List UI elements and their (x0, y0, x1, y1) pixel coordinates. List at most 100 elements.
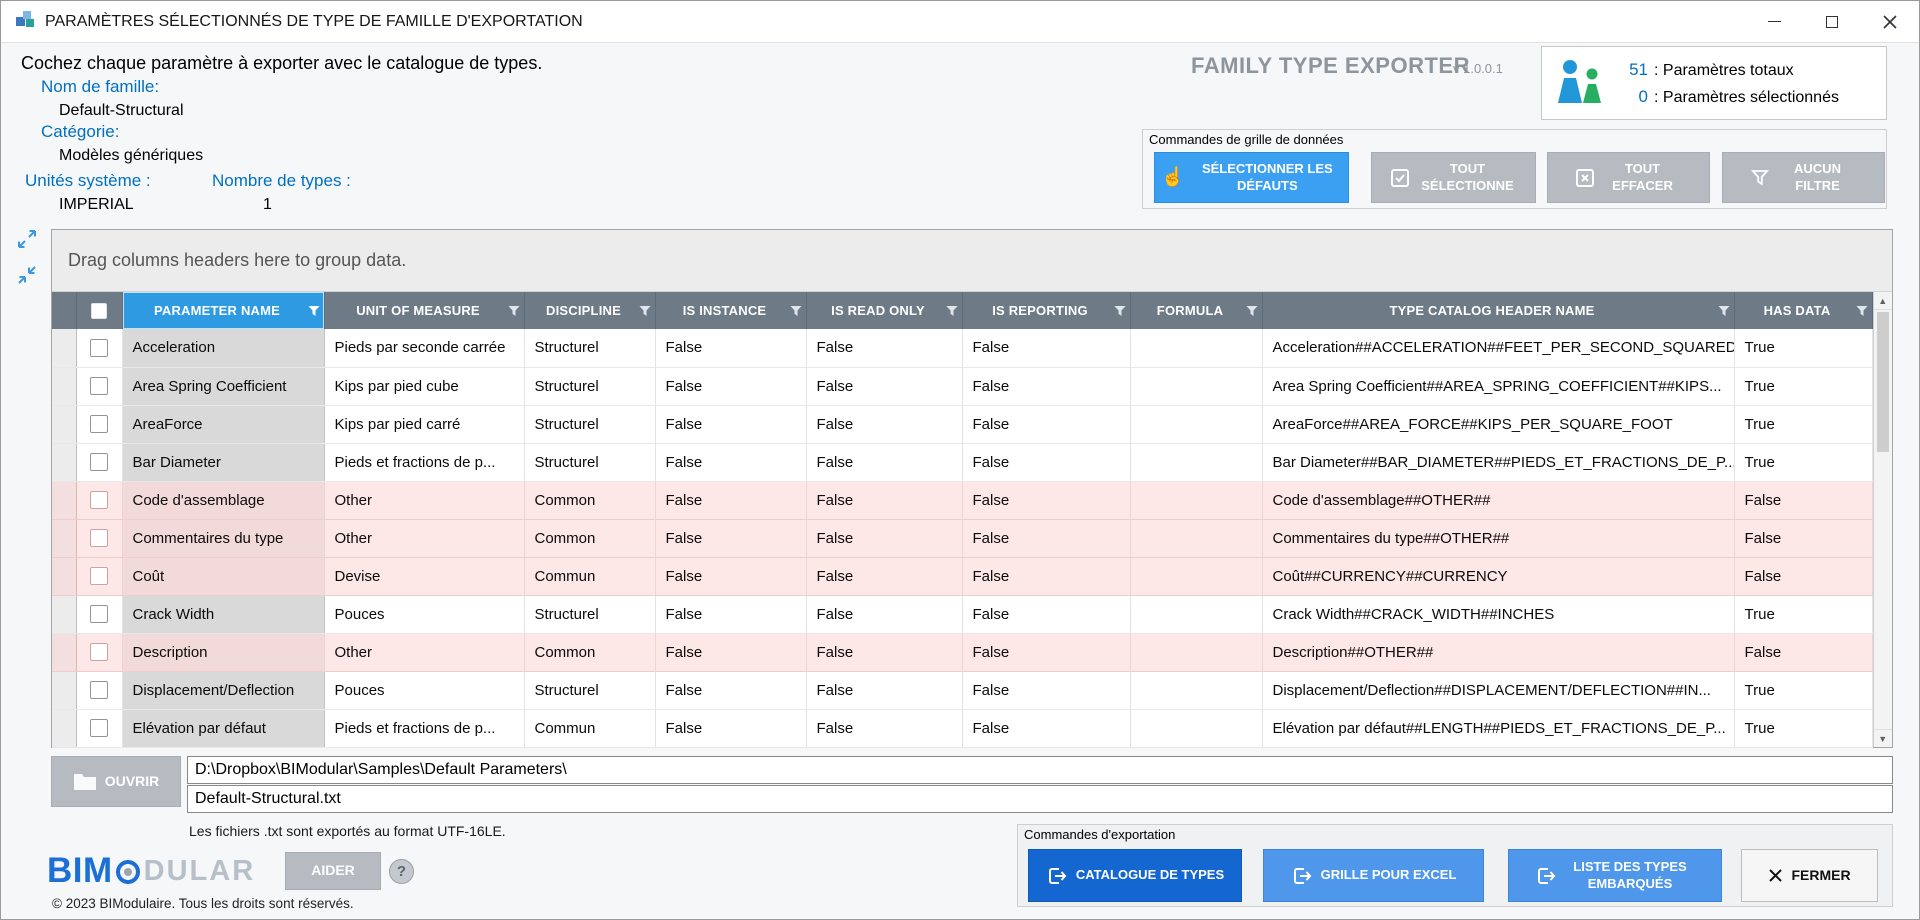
select-defaults-button[interactable]: ☝ SÉLECTIONNER LES DÉFAUTS (1154, 152, 1349, 203)
type-catalog-button[interactable]: CATALOGUE DE TYPES (1028, 849, 1242, 902)
column-header-formula[interactable]: FORMULA (1130, 292, 1262, 329)
clear-all-button[interactable]: TOUT EFFACER (1547, 152, 1710, 203)
row-checkbox-cell[interactable] (76, 709, 122, 747)
table-row[interactable]: Commentaires du type Other Common False … (52, 519, 1872, 557)
table-row[interactable]: Displacement/Deflection Pouces Structure… (52, 671, 1872, 709)
filter-icon[interactable] (1114, 305, 1126, 316)
table-row[interactable]: Area Spring Coefficient Kips par pied cu… (52, 367, 1872, 405)
table-row[interactable]: Acceleration Pieds par seconde carrée St… (52, 329, 1872, 367)
export-path-input[interactable] (187, 756, 1893, 784)
vertical-scrollbar[interactable]: ▲ ▼ (1873, 292, 1893, 747)
group-by-bar[interactable]: Drag columns headers here to group data. (52, 230, 1892, 292)
row-checkbox[interactable] (90, 453, 108, 471)
no-filter-button[interactable]: AUCUN FILTRE (1722, 152, 1885, 203)
column-header-type-catalog-header-name[interactable]: TYPE CATALOG HEADER NAME (1262, 292, 1734, 329)
filter-icon[interactable] (1246, 305, 1258, 316)
column-header-unit-of-measure[interactable]: UNIT OF MEASURE (324, 292, 524, 329)
row-checkbox[interactable] (90, 491, 108, 509)
filter-icon[interactable] (1856, 305, 1868, 316)
cell-is-reporting: False (962, 709, 1130, 747)
cell-parameter-name: Code d'assemblage (122, 481, 324, 519)
column-header-is-instance[interactable]: IS INSTANCE (655, 292, 806, 329)
cell-is-instance: False (655, 633, 806, 671)
row-indicator (52, 671, 76, 709)
filter-icon[interactable] (308, 305, 320, 316)
maximize-button[interactable] (1803, 1, 1861, 42)
filter-icon[interactable] (639, 305, 651, 316)
selected-parameters-line: 0: Paramètres sélectionnés (1620, 87, 1839, 107)
cell-parameter-name: Coût (122, 557, 324, 595)
row-checkbox-cell[interactable] (76, 481, 122, 519)
table-row[interactable]: Elévation par défaut Pieds et fractions … (52, 709, 1872, 747)
select-all-header[interactable] (76, 292, 122, 329)
cell-parameter-name: Bar Diameter (122, 443, 324, 481)
column-header-is-reporting[interactable]: IS REPORTING (962, 292, 1130, 329)
selected-parameters-label: : Paramètres sélectionnés (1654, 89, 1839, 106)
row-checkbox-cell[interactable] (76, 557, 122, 595)
row-checkbox-cell[interactable] (76, 633, 122, 671)
help-button[interactable]: AIDER (285, 852, 381, 890)
row-checkbox[interactable] (90, 529, 108, 547)
table-row[interactable]: Coût Devise Commun False False False Coû… (52, 557, 1872, 595)
filter-icon[interactable] (1718, 305, 1730, 316)
row-indicator (52, 557, 76, 595)
row-checkbox-cell[interactable] (76, 443, 122, 481)
excel-grid-button[interactable]: GRILLE POUR EXCEL (1263, 849, 1484, 902)
column-header-has-data[interactable]: HAS DATA (1734, 292, 1872, 329)
family-name-label: Nom de famille: (41, 77, 159, 97)
cell-parameter-name: Description (122, 633, 324, 671)
column-header-parameter-name[interactable]: PARAMETER NAME (122, 292, 324, 329)
row-checkbox-cell[interactable] (76, 671, 122, 709)
filter-icon[interactable] (946, 305, 958, 316)
row-checkbox[interactable] (90, 339, 108, 357)
help-question-icon[interactable]: ? (389, 859, 414, 884)
select-all-button[interactable]: TOUT SÉLECTIONNE (1371, 152, 1536, 203)
cell-is-instance: False (655, 329, 806, 367)
table-row[interactable]: Description Other Common False False Fal… (52, 633, 1872, 671)
cell-is-read-only: False (806, 367, 962, 405)
row-checkbox[interactable] (90, 567, 108, 585)
row-checkbox-cell[interactable] (76, 405, 122, 443)
row-checkbox-cell[interactable] (76, 595, 122, 633)
collapse-grid-button[interactable] (15, 263, 39, 287)
open-button[interactable]: OUVRIR (51, 756, 181, 807)
row-checkbox[interactable] (90, 415, 108, 433)
row-checkbox-cell[interactable] (76, 329, 122, 367)
table-row[interactable]: AreaForce Kips par pied carré Structurel… (52, 405, 1872, 443)
filter-icon[interactable] (790, 305, 802, 316)
select-all-checkbox[interactable] (91, 303, 107, 319)
expand-grid-button[interactable] (15, 227, 39, 251)
cell-is-reporting: False (962, 633, 1130, 671)
cell-is-read-only: False (806, 709, 962, 747)
export-filename-input[interactable] (187, 785, 1893, 813)
export-icon (1291, 865, 1313, 887)
column-header-discipline[interactable]: DISCIPLINE (524, 292, 655, 329)
close-button[interactable] (1861, 1, 1919, 42)
row-checkbox[interactable] (90, 377, 108, 395)
app-title: FAMILY TYPE EXPORTER (1191, 53, 1470, 79)
minimize-button[interactable] (1745, 1, 1803, 42)
row-indicator (52, 709, 76, 747)
embedded-types-list-button[interactable]: LISTE DES TYPES EMBARQUÉS (1508, 849, 1722, 902)
cell-formula (1130, 557, 1262, 595)
row-checkbox[interactable] (90, 719, 108, 737)
column-header-is-read-only[interactable]: IS READ ONLY (806, 292, 962, 329)
filter-icon[interactable] (508, 305, 520, 316)
row-checkbox[interactable] (90, 643, 108, 661)
scrollbar-thumb[interactable] (1877, 312, 1890, 452)
close-dialog-button[interactable]: FERMER (1741, 849, 1878, 902)
scroll-up-arrow[interactable]: ▲ (1874, 292, 1893, 310)
row-checkbox-cell[interactable] (76, 367, 122, 405)
row-checkbox-cell[interactable] (76, 519, 122, 557)
row-checkbox[interactable] (90, 605, 108, 623)
row-indicator (52, 481, 76, 519)
table-row[interactable]: Crack Width Pouces Structurel False Fals… (52, 595, 1872, 633)
cell-parameter-name: Commentaires du type (122, 519, 324, 557)
scroll-down-arrow[interactable]: ▼ (1874, 729, 1893, 747)
table-row[interactable]: Code d'assemblage Other Common False Fal… (52, 481, 1872, 519)
cell-is-instance: False (655, 443, 806, 481)
grid-commands-group: Commandes de grille de données ☝ SÉLECTI… (1142, 129, 1887, 209)
table-row[interactable]: Bar Diameter Pieds et fractions de p... … (52, 443, 1872, 481)
row-checkbox[interactable] (90, 681, 108, 699)
cell-is-reporting: False (962, 557, 1130, 595)
